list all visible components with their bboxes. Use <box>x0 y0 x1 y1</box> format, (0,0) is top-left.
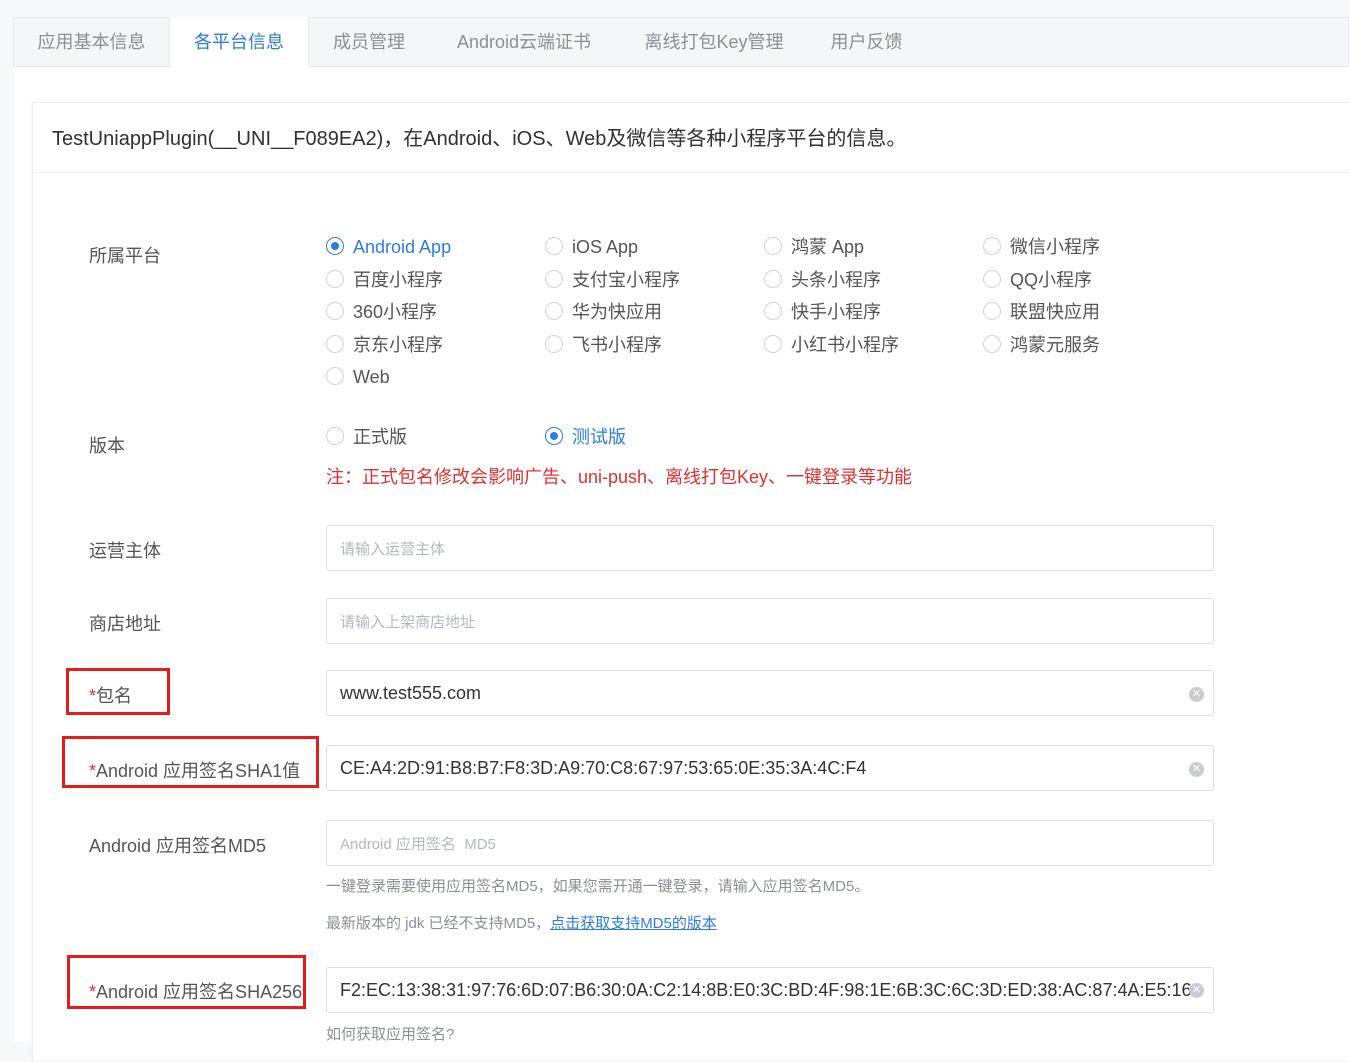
radio-xiaohongshu-mp[interactable]: 小红书小程序 <box>764 333 899 357</box>
radio-toutiao-mp[interactable]: 头条小程序 <box>764 268 881 292</box>
operator-input[interactable] <box>326 525 1214 571</box>
radio-dot-icon <box>983 302 1001 320</box>
radio-dot-icon <box>545 237 563 255</box>
radio-union-quickapp[interactable]: 联盟快应用 <box>983 300 1100 324</box>
md5-label: Android 应用签名MD5 <box>89 836 267 856</box>
sha256-input[interactable] <box>326 967 1214 1013</box>
radio-alipay-mp[interactable]: 支付宝小程序 <box>545 268 680 292</box>
tab-feedback[interactable]: 用户反馈 <box>809 17 924 68</box>
radio-release[interactable]: 正式版 <box>326 425 407 449</box>
store-url-input[interactable] <box>326 598 1214 644</box>
radio-dot-icon <box>764 237 782 255</box>
radio-dot-icon <box>326 302 344 320</box>
radio-dot-icon <box>545 302 563 320</box>
tab-members[interactable]: 成员管理 <box>309 17 429 68</box>
tab-offline-key[interactable]: 离线打包Key管理 <box>619 17 809 68</box>
platform-label: 所属平台 <box>89 246 161 266</box>
sha256-help-link[interactable]: 如何获取应用签名? <box>326 1023 454 1044</box>
radio-dot-icon <box>326 237 344 255</box>
package-name-input[interactable] <box>326 670 1214 716</box>
radio-dot-icon <box>764 302 782 320</box>
md5-input[interactable] <box>326 820 1214 866</box>
tab-platform-info[interactable]: 各平台信息 <box>169 17 309 68</box>
radio-dot-icon <box>983 270 1001 288</box>
radio-dot-icon <box>545 335 563 353</box>
version-label: 版本 <box>89 436 125 456</box>
radio-web[interactable]: Web <box>326 365 390 389</box>
sha1-input[interactable] <box>326 745 1214 791</box>
radio-dot-icon <box>545 427 563 445</box>
radio-wechat-mp[interactable]: 微信小程序 <box>983 235 1100 259</box>
tab-android-cert[interactable]: Android云端证书 <box>429 17 619 68</box>
md5-version-link[interactable]: 点击获取支持MD5的版本 <box>550 915 717 932</box>
md5-hint: 一键登录需要使用应用签名MD5，如果您需开通一键登录，请输入应用签名MD5。 <box>326 878 870 895</box>
radio-harmony-app[interactable]: 鸿蒙 App <box>764 235 864 259</box>
radio-dot-icon <box>764 335 782 353</box>
radio-baidu-mp[interactable]: 百度小程序 <box>326 268 443 292</box>
highlight-box-package <box>66 668 170 715</box>
radio-dot-icon <box>983 237 1001 255</box>
radio-qq-mp[interactable]: QQ小程序 <box>983 268 1092 292</box>
radio-dot-icon <box>326 270 344 288</box>
radio-dot-icon <box>326 367 344 385</box>
radio-huawei-quickapp[interactable]: 华为快应用 <box>545 300 662 324</box>
radio-dot-icon <box>983 335 1001 353</box>
radio-kuaishou-mp[interactable]: 快手小程序 <box>764 300 881 324</box>
radio-dot-icon <box>326 427 344 445</box>
radio-harmony-atomic[interactable]: 鸿蒙元服务 <box>983 333 1100 357</box>
store-label: 商店地址 <box>89 614 161 634</box>
radio-360-mp[interactable]: 360小程序 <box>326 300 437 324</box>
radio-dot-icon <box>764 270 782 288</box>
tab-bar: 应用基本信息 各平台信息 成员管理 Android云端证书 离线打包Key管理 … <box>13 17 1349 68</box>
radio-test[interactable]: 测试版 <box>545 425 626 449</box>
operator-label: 运营主体 <box>89 541 161 561</box>
radio-android-app[interactable]: Android App <box>326 235 451 259</box>
card-header: TestUniappPlugin(__UNI__F089EA2)，在Androi… <box>33 103 1349 173</box>
highlight-box-sha256 <box>67 955 306 1009</box>
radio-feishu-mp[interactable]: 飞书小程序 <box>545 333 662 357</box>
clear-circle-icon[interactable]: ✕ <box>1189 687 1204 702</box>
radio-dot-icon <box>326 335 344 353</box>
radio-ios-app[interactable]: iOS App <box>545 235 638 259</box>
tab-basic-info[interactable]: 应用基本信息 <box>14 17 169 68</box>
clear-circle-icon[interactable]: ✕ <box>1189 762 1204 777</box>
version-warning-note: 注：正式包名修改会影响广告、uni-push、离线打包Key、一键登录等功能 <box>326 467 913 487</box>
md5-jdk-hint: 最新版本的 jdk 已经不支持MD5，点击获取支持MD5的版本 <box>326 915 717 932</box>
radio-dot-icon <box>545 270 563 288</box>
clear-circle-icon[interactable]: ✕ <box>1189 983 1204 998</box>
radio-jd-mp[interactable]: 京东小程序 <box>326 333 443 357</box>
highlight-box-sha1 <box>62 736 319 788</box>
